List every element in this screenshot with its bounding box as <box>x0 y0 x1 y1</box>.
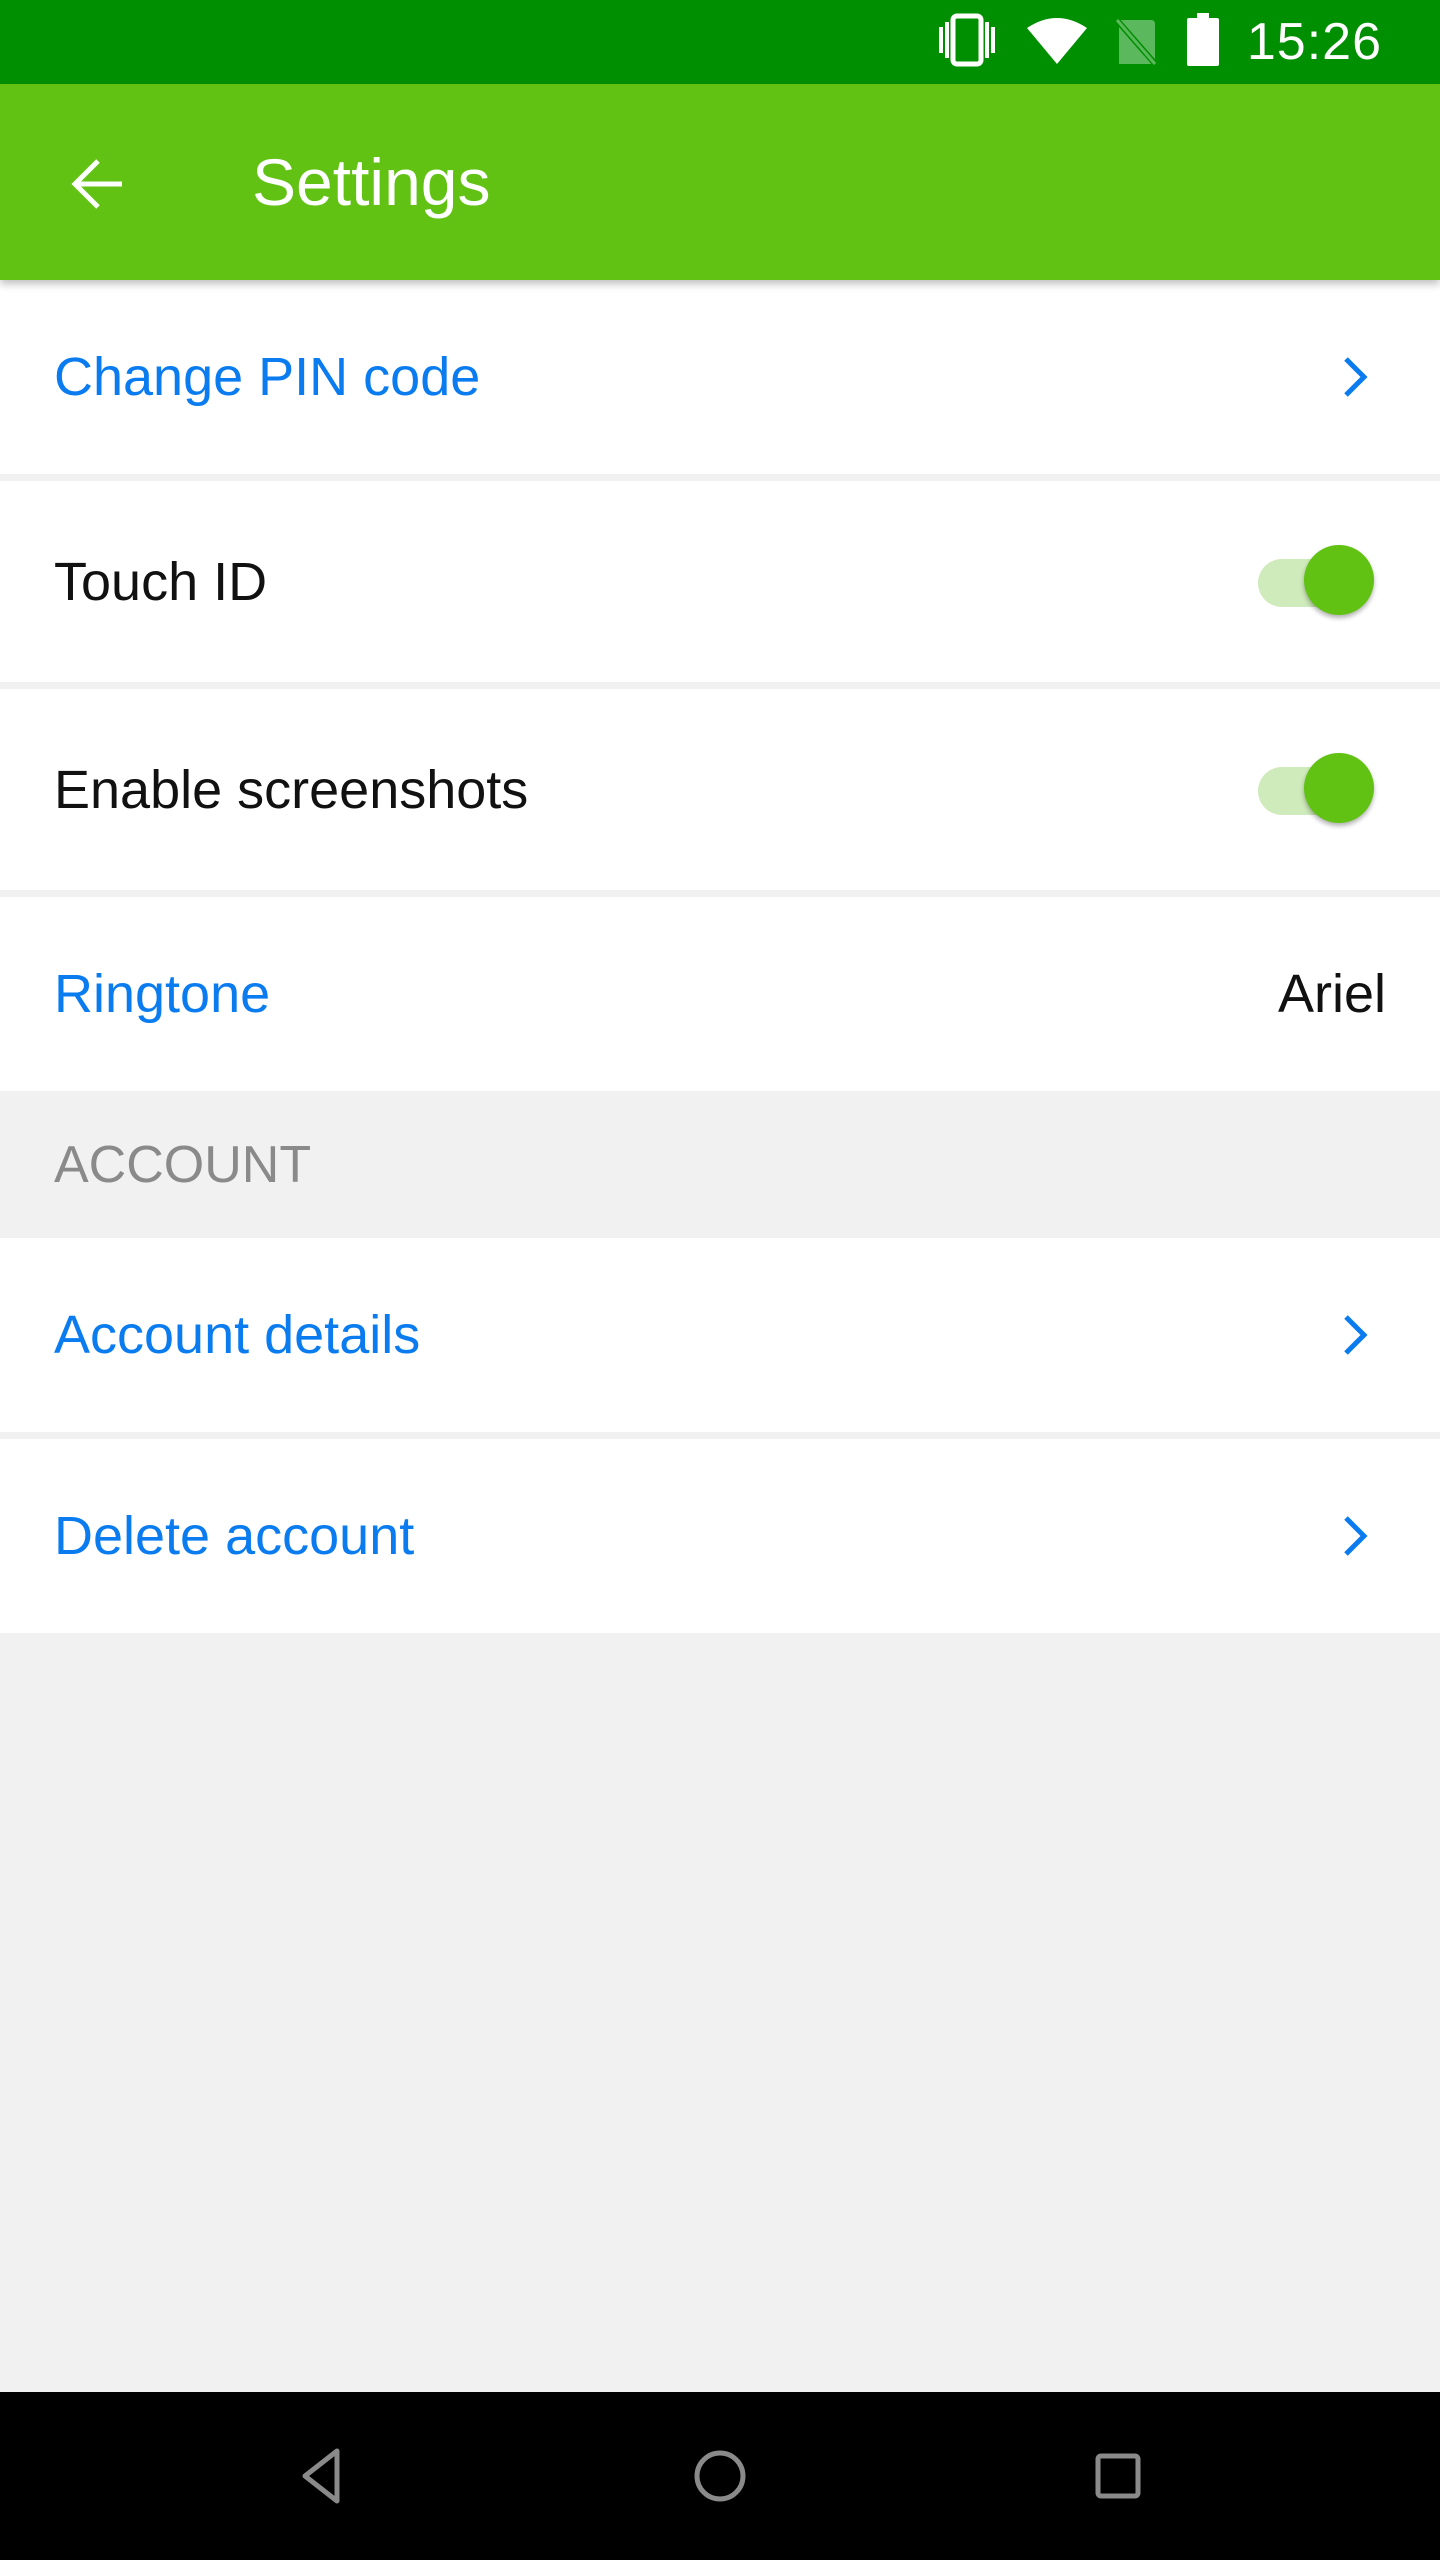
navigation-bar <box>0 2392 1440 2560</box>
arrow-left-icon <box>71 159 122 209</box>
settings-list: Change PIN code Touch ID Enable screensh… <box>0 280 1440 1633</box>
status-bar: 15:26 <box>0 0 1440 84</box>
circle-home-icon <box>694 2450 746 2502</box>
nav-back-button[interactable] <box>282 2436 362 2516</box>
ringtone-value: Ariel <box>1277 964 1386 1024</box>
screenshots-row: Enable screenshots <box>0 689 1440 890</box>
toggle-thumb <box>1304 752 1374 823</box>
page-title: Settings <box>252 145 491 219</box>
nav-recents-button[interactable] <box>1078 2436 1158 2516</box>
touch-id-row: Touch ID <box>0 481 1440 682</box>
section-title: ACCOUNT <box>54 1135 312 1194</box>
divider <box>0 890 1440 897</box>
battery-icon <box>1186 12 1219 72</box>
change-pin-row[interactable]: Change PIN code <box>0 280 1440 474</box>
vibrate-icon <box>935 13 999 72</box>
ringtone-label: Ringtone <box>54 964 271 1024</box>
account-section-header: ACCOUNT <box>0 1091 1440 1238</box>
delete-account-label: Delete account <box>54 1506 415 1566</box>
nav-home-button[interactable] <box>680 2436 760 2516</box>
no-sim-icon <box>1112 14 1160 71</box>
delete-account-row[interactable]: Delete account <box>0 1439 1440 1633</box>
account-details-row[interactable]: Account details <box>0 1238 1440 1432</box>
app-bar: Settings <box>0 84 1440 280</box>
change-pin-label: Change PIN code <box>54 347 481 407</box>
touch-id-label: Touch ID <box>54 551 268 612</box>
wifi-icon <box>1026 14 1087 71</box>
triangle-back-icon <box>302 2448 340 2504</box>
divider <box>0 1432 1440 1439</box>
account-details-label: Account details <box>54 1305 421 1365</box>
chevron-right-icon <box>1344 357 1368 397</box>
square-recents-icon <box>1095 2453 1141 2499</box>
divider <box>0 682 1440 689</box>
screenshots-toggle[interactable] <box>1258 752 1378 827</box>
divider <box>0 474 1440 481</box>
back-button[interactable] <box>58 144 138 224</box>
status-time: 15:26 <box>1246 13 1382 71</box>
screenshots-label: Enable screenshots <box>54 759 529 820</box>
chevron-right-icon <box>1344 1516 1368 1556</box>
chevron-right-icon <box>1344 1315 1368 1355</box>
ringtone-row[interactable]: Ringtone Ariel <box>0 897 1440 1091</box>
toggle-thumb <box>1304 544 1374 615</box>
touch-id-toggle[interactable] <box>1258 544 1378 619</box>
